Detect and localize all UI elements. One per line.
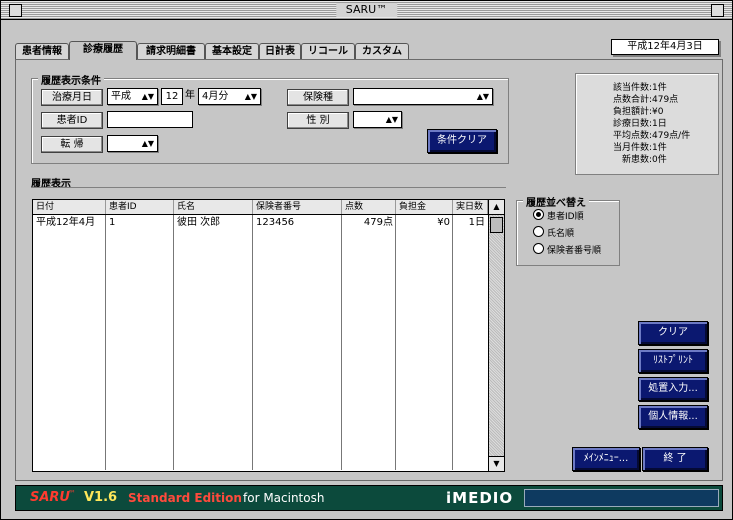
scroll-down-arrow-icon[interactable]: ▼ [489,456,504,471]
clear-button[interactable]: クリア [638,321,708,345]
sort-by-insurer-number[interactable]: 保険者番号順 [533,243,601,258]
era-select-value: 平成 [111,91,131,102]
outcome-select[interactable]: ▲▼ [107,135,158,152]
sort-group-title: 履歴並べ替え [523,194,589,209]
scroll-track[interactable] [489,215,504,456]
col-insurer-number[interactable]: 保険者番号 [253,200,342,214]
tab-treatment-history[interactable]: 診療履歴 [69,41,137,60]
tab-patient-info[interactable]: 患者情報 [15,43,69,59]
personal-info-button[interactable]: 個人情報... [638,405,708,429]
updown-arrow-icon: ▲▼ [141,92,154,101]
sort-group: 履歴並べ替え 患者ID順 氏名順 保険者番号順 [516,194,620,266]
column-divider [452,215,453,470]
tab-daily-report[interactable]: 日計表 [259,43,301,59]
clear-conditions-button[interactable]: 条件クリア [427,129,497,153]
summary-line: 負担額計:¥0 [612,107,664,117]
status-progress-bar [524,489,719,507]
summary-line: 点数合計:479点 [612,95,679,105]
updown-arrow-icon: ▲▼ [385,115,398,124]
cell-insurer-number: 123456 [256,217,295,228]
edition: Standard Edition [128,491,242,505]
updown-arrow-icon: ▲▼ [141,139,154,148]
cell-copay: ¥0 [437,217,450,228]
zoom-box-icon[interactable] [711,4,724,17]
cell-days: 1日 [468,217,485,228]
patient-id-button[interactable]: 患者ID [41,112,103,129]
patient-id-input[interactable] [107,111,193,128]
current-date: 平成12年4月3日 [611,39,719,55]
column-divider [105,215,106,470]
summary-line: 該当件数:1件 [612,83,667,93]
treatment-input-button[interactable]: 処置入力... [638,377,708,401]
column-divider [395,215,396,470]
month-select-value: 4月分 [202,91,229,102]
imedio-logo: iMEDIO [446,489,514,507]
col-patient-id[interactable]: 患者ID [106,200,174,214]
summary-panel: 該当件数:1件 点数合計:479点 負担額計:¥0 診療日数:1日 平均点数:4… [575,73,719,175]
title-bar[interactable]: SARU™ [1,1,732,20]
cell-date: 平成12年4月 [36,217,96,228]
platform: for Macintosh [243,491,325,505]
month-select[interactable]: 4月分 ▲▼ [198,88,261,105]
tab-billing-statement[interactable]: 請求明細書 [137,43,205,59]
year-label: 年 [185,90,195,101]
version: V1.6 [84,490,118,505]
outcome-button[interactable]: 転 帰 [41,136,103,153]
table-scrollbar[interactable]: ▲ ▼ [488,200,504,471]
radio-icon[interactable] [533,226,544,237]
col-points[interactable]: 点数 [342,200,396,214]
list-print-button[interactable]: ﾘｽﾄﾌﾟﾘﾝﾄ [638,349,708,373]
gender-button[interactable]: 性 別 [287,112,349,129]
gender-select[interactable]: ▲▼ [353,111,402,128]
column-divider [173,215,174,470]
scroll-thumb[interactable] [490,217,503,233]
exit-button[interactable]: 終 了 [642,447,708,471]
history-title: 履歴表示 [31,179,71,190]
history-table[interactable]: 日付 患者ID 氏名 保険者番号 点数 負担金 実日数 平成12年4月 1 彼田… [32,199,505,472]
updown-arrow-icon: ▲▼ [476,92,489,101]
cell-points: 479点 [363,217,393,228]
summary-line: 平均点数:479点/件 [612,131,691,141]
radio-selected-icon[interactable] [533,209,544,220]
cell-name: 彼田 次郎 [177,217,221,228]
insurance-type-button[interactable]: 保険種 [287,89,349,106]
tab-basic-settings[interactable]: 基本設定 [205,43,259,59]
column-divider [341,215,342,470]
trademark: ™ [68,489,76,498]
app-window: SARU™ 患者情報 診療履歴 請求明細書 基本設定 日計表 リコール カスタム… [0,0,733,520]
tab-recall[interactable]: リコール [301,43,355,59]
treatment-date-button[interactable]: 治療月日 [41,89,103,106]
col-days[interactable]: 実日数 [453,200,488,214]
tab-custom[interactable]: カスタム [355,43,409,59]
history-divider [31,187,506,188]
summary-line: 新患数:0件 [621,155,667,165]
column-divider [252,215,253,470]
scroll-up-arrow-icon[interactable]: ▲ [489,200,504,215]
updown-arrow-icon: ▲▼ [244,92,257,101]
summary-line: 診療日数:1日 [612,119,667,129]
radio-icon[interactable] [533,243,544,254]
filter-group-title: 履歴表示条件 [38,72,104,87]
era-select[interactable]: 平成 ▲▼ [107,88,158,105]
cell-patient-id: 1 [109,217,116,228]
table-header: 日付 患者ID 氏名 保険者番号 点数 負担金 実日数 [33,200,488,215]
main-menu-button[interactable]: ﾒｲﾝﾒﾆｭｰ... [572,447,640,471]
col-date[interactable]: 日付 [33,200,106,214]
year-input[interactable]: 12 [161,88,183,105]
table-row[interactable]: 平成12年4月 1 彼田 次郎 123456 479点 ¥0 1日 [33,215,488,231]
sort-by-patient-id[interactable]: 患者ID順 [533,209,584,224]
summary-line: 当月件数:1件 [612,143,667,153]
insurance-type-select[interactable]: ▲▼ [353,88,493,105]
footer-banner: SARU ™ V1.6 Standard Edition for Macinto… [15,485,723,511]
col-copay[interactable]: 負担金 [396,200,453,214]
window-title: SARU™ [335,3,398,17]
sort-by-name[interactable]: 氏名順 [533,226,574,241]
brand-name: SARU [30,490,70,505]
close-box-icon[interactable] [9,4,22,17]
col-name[interactable]: 氏名 [174,200,253,214]
